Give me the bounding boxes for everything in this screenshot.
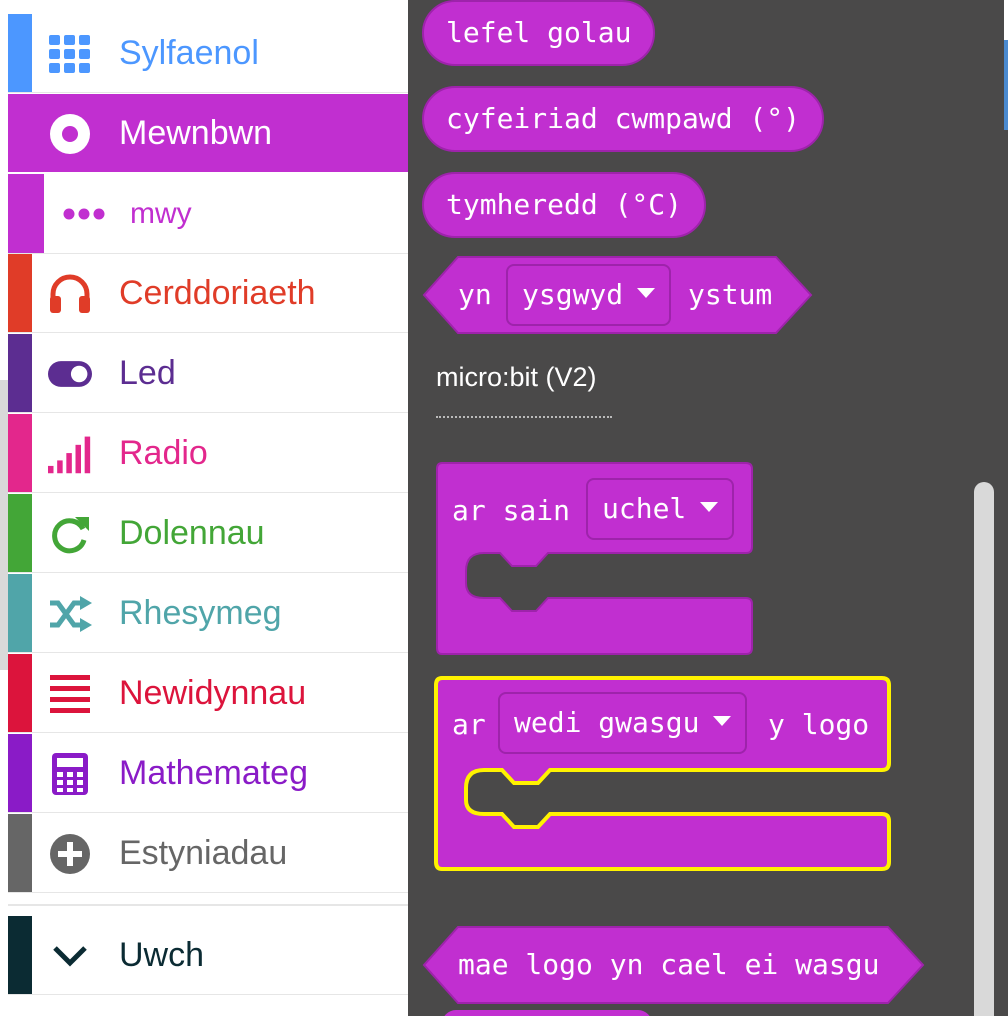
subcategory-color-bar xyxy=(8,174,44,253)
logo-event-dropdown-value: wedi gwasgu xyxy=(514,706,700,739)
category-color-bar xyxy=(8,254,32,332)
category-label: Sylfaenol xyxy=(119,34,259,72)
lines-icon xyxy=(48,672,92,716)
category-label: Uwch xyxy=(119,936,205,974)
subcategory-mwy[interactable]: mwy xyxy=(8,174,408,254)
category-color-bar xyxy=(8,574,32,652)
category-estyniadau[interactable]: Estyniadau xyxy=(8,814,408,893)
category-dolennau[interactable]: Dolennau xyxy=(8,494,408,573)
calculator-icon xyxy=(48,752,92,796)
plus-circle-icon xyxy=(48,832,92,876)
workspace-edge-accent xyxy=(1004,40,1008,130)
category-color-bar xyxy=(8,916,32,994)
sound-level-dropdown-value: uchel xyxy=(602,492,687,525)
category-led[interactable]: Led xyxy=(8,334,408,413)
category-mewnbwn[interactable]: Mewnbwn xyxy=(8,94,408,172)
block-gesture-prefix: yn xyxy=(458,278,492,311)
category-color-bar xyxy=(8,494,32,572)
left-edge-shade xyxy=(0,380,8,670)
subcategory-label: mwy xyxy=(130,197,192,230)
category-sylfaenol[interactable]: Sylfaenol xyxy=(8,14,408,93)
left-edge xyxy=(0,0,8,1016)
refresh-icon xyxy=(48,512,92,556)
category-label: Estyniadau xyxy=(119,834,288,872)
block-gesture-suffix: ystum xyxy=(688,278,773,311)
category-color-bar xyxy=(8,814,32,892)
ellipsis-icon xyxy=(62,194,106,234)
caret-down-icon xyxy=(637,288,656,298)
block-light-level[interactable]: lefel golau xyxy=(422,0,656,66)
category-label: Rhesymeg xyxy=(119,594,282,632)
category-color-bar xyxy=(8,334,32,412)
category-color-bar xyxy=(8,14,32,92)
block-on-logo-prefix: ar xyxy=(452,708,486,741)
block-next-partial[interactable] xyxy=(442,1010,652,1016)
block-logo-pressed-label: mae logo yn cael ei wasgu xyxy=(458,948,880,981)
gesture-dropdown-value: ysgwyd xyxy=(522,278,624,311)
block-compass-heading[interactable]: cyfeiriad cwmpawd (°) xyxy=(422,86,825,152)
category-label: Newidynnau xyxy=(119,674,307,712)
flyout-scrollbar[interactable] xyxy=(974,482,994,1016)
sound-level-dropdown[interactable]: uchel xyxy=(586,478,735,540)
category-mathemateg[interactable]: Mathemateg xyxy=(8,734,408,813)
block-on-logo[interactable]: ar wedi gwasgu y logo xyxy=(434,676,892,874)
headphones-icon xyxy=(48,272,92,316)
logo-event-dropdown[interactable]: wedi gwasgu xyxy=(498,692,748,754)
block-temperature[interactable]: tymheredd (°C) xyxy=(422,172,707,238)
signal-bars-icon xyxy=(48,432,92,476)
block-on-sound-prefix: ar sain xyxy=(452,494,571,527)
toggle-icon xyxy=(48,352,92,396)
toolbox-separator xyxy=(8,904,408,906)
caret-down-icon xyxy=(700,502,719,512)
caret-down-icon xyxy=(713,716,732,726)
category-label: Cerddoriaeth xyxy=(119,274,316,312)
section-underline xyxy=(436,416,612,418)
block-gesture[interactable]: yn ysgwyd ystum xyxy=(422,256,814,334)
chevron-down-icon xyxy=(48,934,92,978)
gesture-dropdown[interactable]: ysgwyd xyxy=(506,264,672,326)
category-uwch[interactable]: Uwch xyxy=(8,916,408,995)
category-color-bar xyxy=(8,654,32,732)
category-label: Mewnbwn xyxy=(119,114,273,152)
category-color-bar xyxy=(8,734,32,812)
block-on-sound[interactable]: ar sain uchel xyxy=(436,462,754,658)
category-rhesymeg[interactable]: Rhesymeg xyxy=(8,574,408,653)
block-logo-pressed[interactable]: mae logo yn cael ei wasgu xyxy=(422,926,926,1004)
toolbox: Sylfaenol Mewnbwn mwy Cerddoriaeth Led R… xyxy=(8,0,408,1016)
category-radio[interactable]: Radio xyxy=(8,414,408,493)
shuffle-icon xyxy=(48,592,92,636)
category-cerddoriaeth[interactable]: Cerddoriaeth xyxy=(8,254,408,333)
category-label: Mathemateg xyxy=(119,754,308,792)
category-label: Led xyxy=(119,354,176,392)
block-flyout: lefel golau cyfeiriad cwmpawd (°) tymher… xyxy=(408,0,1008,1016)
grid-icon xyxy=(48,32,92,76)
category-newidynnau[interactable]: Newidynnau xyxy=(8,654,408,733)
block-on-logo-suffix: y logo xyxy=(768,708,870,741)
category-color-bar xyxy=(8,414,32,492)
category-label: Radio xyxy=(119,434,208,472)
radio-dot-icon xyxy=(48,112,92,156)
section-label-microbit-v2: micro:bit (V2) xyxy=(436,362,597,392)
category-label: Dolennau xyxy=(119,514,265,552)
